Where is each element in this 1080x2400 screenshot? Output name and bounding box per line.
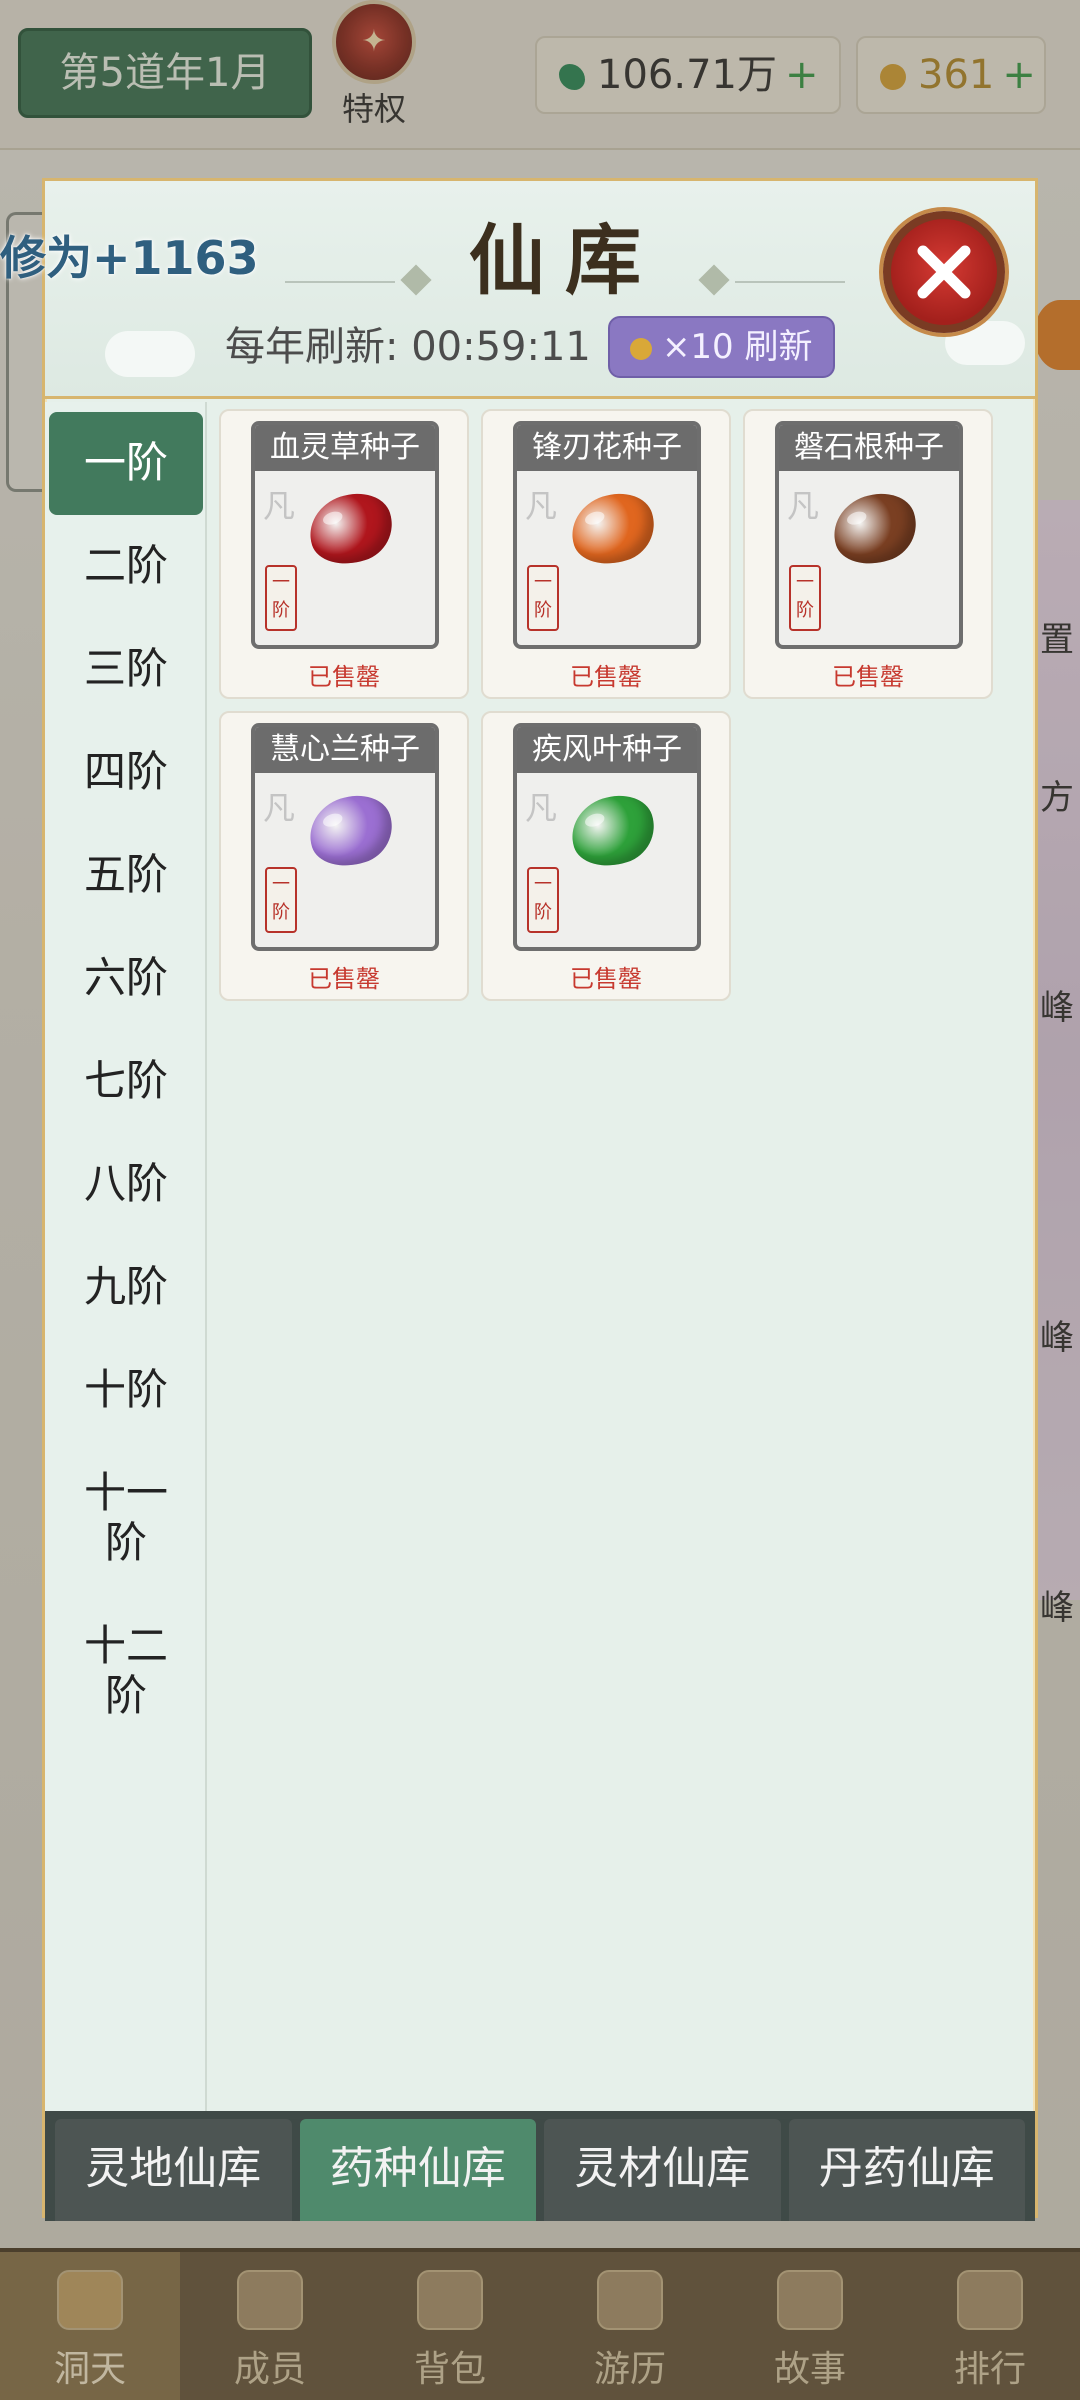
tier-6[interactable]: 六阶 bbox=[49, 927, 203, 1030]
store-tabs: 灵地仙库 药种仙库 灵材仙库 丹药仙库 bbox=[45, 2111, 1035, 2221]
grade-mark: 凡 bbox=[787, 487, 820, 525]
item-card[interactable]: 慧心兰种子 凡 一阶 已售罄 bbox=[219, 711, 469, 1001]
cloud-decoration bbox=[105, 331, 195, 377]
tier-7[interactable]: 七阶 bbox=[49, 1030, 203, 1133]
purple-seed-icon bbox=[300, 785, 402, 877]
item-frame: 血灵草种子 凡 一阶 bbox=[251, 421, 439, 649]
item-card[interactable]: 疾风叶种子 凡 一阶 已售罄 bbox=[481, 711, 731, 1001]
grade-mark: 凡 bbox=[263, 487, 296, 525]
tab-seed-store[interactable]: 药种仙库 bbox=[299, 2119, 536, 2221]
item-card[interactable]: 磐石根种子 凡 一阶 已售罄 bbox=[743, 409, 993, 699]
cultivation-gain-popup: 修为+1163 bbox=[0, 231, 259, 285]
item-grid: 血灵草种子 凡 一阶 已售罄 锋刃花种子 凡 一阶 已售罄 磐石根种子 凡 一阶 bbox=[219, 409, 1029, 1001]
green-seed-icon bbox=[562, 785, 664, 877]
orange-seed-icon bbox=[562, 483, 664, 575]
tab-land-store[interactable]: 灵地仙库 bbox=[55, 2119, 292, 2221]
tier-12[interactable]: 十二阶 bbox=[71, 1595, 181, 1748]
item-frame: 慧心兰种子 凡 一阶 bbox=[251, 723, 439, 951]
item-frame: 磐石根种子 凡 一阶 bbox=[775, 421, 963, 649]
tier-tag: 一阶 bbox=[265, 565, 297, 631]
tier-tag: 一阶 bbox=[527, 565, 559, 631]
item-name: 锋刃花种子 bbox=[517, 425, 697, 471]
item-name: 血灵草种子 bbox=[255, 425, 435, 471]
refresh-button[interactable]: ×10 刷新 bbox=[607, 316, 835, 378]
sold-out-label: 已售罄 bbox=[832, 663, 904, 691]
tier-1[interactable]: 一阶 bbox=[49, 412, 203, 515]
sold-out-label: 已售罄 bbox=[570, 663, 642, 691]
tier-4[interactable]: 四阶 bbox=[49, 721, 203, 824]
title-area: 仙库 bbox=[285, 211, 845, 311]
modal-title: 仙库 bbox=[469, 216, 661, 305]
modal-header: 仙库 每年刷新: 00:59:11 ×10 刷新 bbox=[45, 181, 1035, 399]
tier-8[interactable]: 八阶 bbox=[49, 1133, 203, 1236]
item-frame: 锋刃花种子 凡 一阶 bbox=[513, 421, 701, 649]
refresh-row: 每年刷新: 00:59:11 ×10 刷新 bbox=[225, 315, 835, 379]
tab-pill-store[interactable]: 丹药仙库 bbox=[788, 2119, 1025, 2221]
item-name: 疾风叶种子 bbox=[517, 727, 697, 773]
tier-tag: 一阶 bbox=[265, 867, 297, 933]
tier-5[interactable]: 五阶 bbox=[49, 824, 203, 927]
item-card[interactable]: 锋刃花种子 凡 一阶 已售罄 bbox=[481, 409, 731, 699]
tier-list: 一阶 二阶 三阶 四阶 五阶 六阶 七阶 八阶 九阶 十阶 十一阶 十二阶 bbox=[45, 402, 207, 2112]
immortal-store-modal: 仙库 每年刷新: 00:59:11 ×10 刷新 一阶 二阶 三阶 四阶 五阶 … bbox=[42, 178, 1038, 2221]
tier-11[interactable]: 十一阶 bbox=[71, 1442, 181, 1595]
blood-seed-icon bbox=[300, 483, 402, 575]
sold-out-label: 已售罄 bbox=[570, 965, 642, 993]
tab-material-store[interactable]: 灵材仙库 bbox=[544, 2119, 781, 2221]
gold-coin-icon bbox=[629, 337, 652, 360]
tier-9[interactable]: 九阶 bbox=[49, 1236, 203, 1339]
grade-mark: 凡 bbox=[525, 487, 558, 525]
tier-3[interactable]: 三阶 bbox=[49, 618, 203, 721]
close-button[interactable] bbox=[883, 211, 1005, 333]
close-icon bbox=[917, 245, 971, 299]
title-line-right bbox=[735, 281, 845, 283]
tier-10[interactable]: 十阶 bbox=[49, 1339, 203, 1442]
grade-mark: 凡 bbox=[263, 789, 296, 827]
item-name: 慧心兰种子 bbox=[255, 727, 435, 773]
tier-tag: 一阶 bbox=[789, 565, 821, 631]
sold-out-label: 已售罄 bbox=[308, 663, 380, 691]
tier-tag: 一阶 bbox=[527, 867, 559, 933]
sold-out-label: 已售罄 bbox=[308, 965, 380, 993]
item-card[interactable]: 血灵草种子 凡 一阶 已售罄 bbox=[219, 409, 469, 699]
grade-mark: 凡 bbox=[525, 789, 558, 827]
tier-2[interactable]: 二阶 bbox=[49, 515, 203, 618]
refresh-timer: 每年刷新: 00:59:11 bbox=[225, 324, 591, 370]
title-line-left bbox=[285, 281, 395, 283]
brown-seed-icon bbox=[824, 483, 926, 575]
item-name: 磐石根种子 bbox=[779, 425, 959, 471]
item-frame: 疾风叶种子 凡 一阶 bbox=[513, 723, 701, 951]
